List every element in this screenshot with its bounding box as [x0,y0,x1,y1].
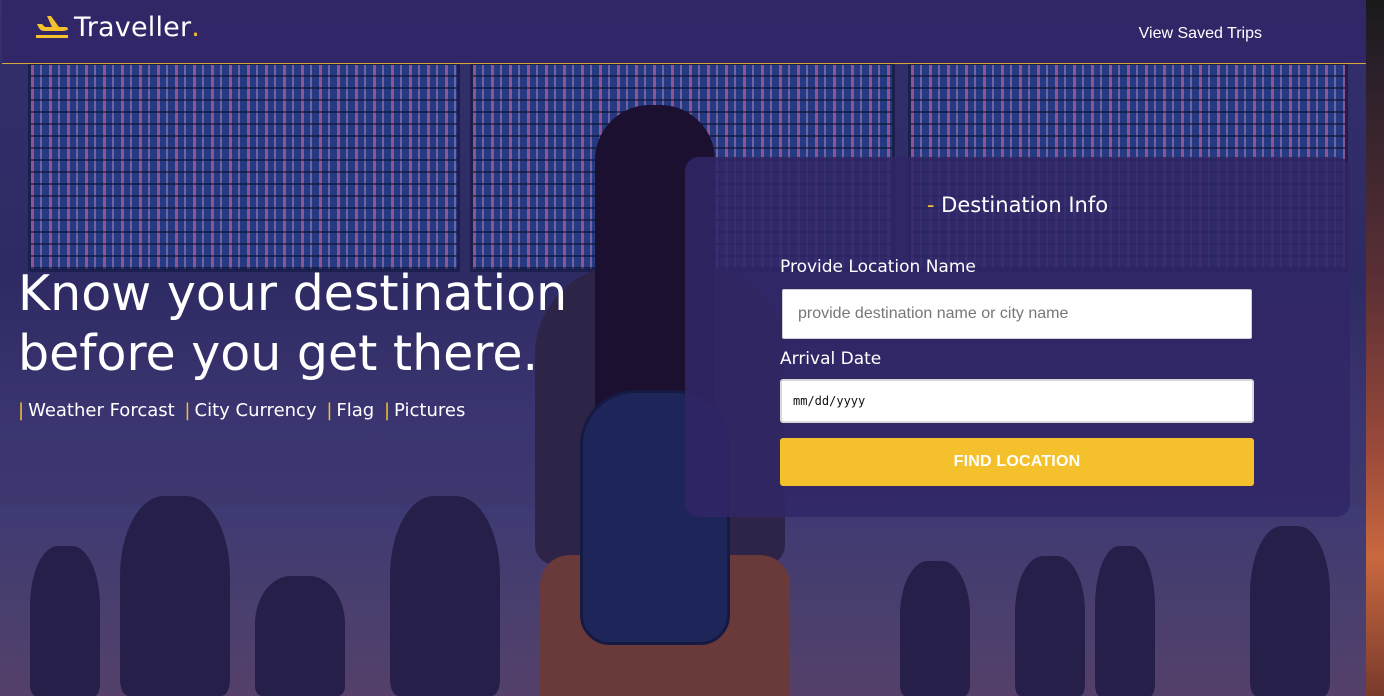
background-edge [1366,0,1384,696]
hero-section: Know your destination before you get the… [18,264,618,421]
crowd-figure [900,561,970,696]
feature-weather: Weather Forcast [28,400,175,421]
location-input[interactable] [782,289,1252,339]
feature-flag: Flag [336,400,375,421]
crowd-figure [255,576,345,696]
hero-title: Know your destination before you get the… [18,265,568,382]
crowd-figure [30,546,100,696]
crowd-figure [390,496,500,696]
form-title: - Destination Info [685,193,1350,217]
logo[interactable]: Traveller. [34,10,200,44]
arrival-date-input[interactable]: mm/dd/yyyy [780,379,1254,423]
departure-board [28,62,460,272]
separator: | [184,400,191,421]
destination-form-panel: - Destination Info Provide Location Name… [685,157,1350,517]
feature-list: | Weather Forcast | City Currency | Flag | P… [18,400,618,421]
find-location-button[interactable]: FIND LOCATION [780,438,1254,486]
date-placeholder: mm/dd/yyyy [793,394,866,408]
form-title-text: Destination Info [941,193,1109,217]
plane-icon [36,16,69,38]
logo-text: Traveller [74,11,192,43]
crowd-figure [1095,546,1155,696]
separator: | [18,400,25,421]
view-saved-trips-link[interactable]: View Saved Trips [1139,25,1262,43]
top-navbar: Traveller. View Saved Trips [2,0,1366,64]
page: Traveller. View Saved Trips Know your de… [0,0,1384,696]
separator: | [326,400,333,421]
arrival-date-label: Arrival Date [780,349,882,369]
crowd-figure [1250,526,1330,696]
logo-dot: . [191,11,200,43]
feature-currency: City Currency [194,400,317,421]
location-label: Provide Location Name [780,257,976,277]
crowd-figure [120,496,230,696]
separator: | [383,400,391,421]
crowd-figure [1015,556,1085,696]
feature-pictures: Pictures [394,400,466,421]
title-dash: - [926,193,935,217]
